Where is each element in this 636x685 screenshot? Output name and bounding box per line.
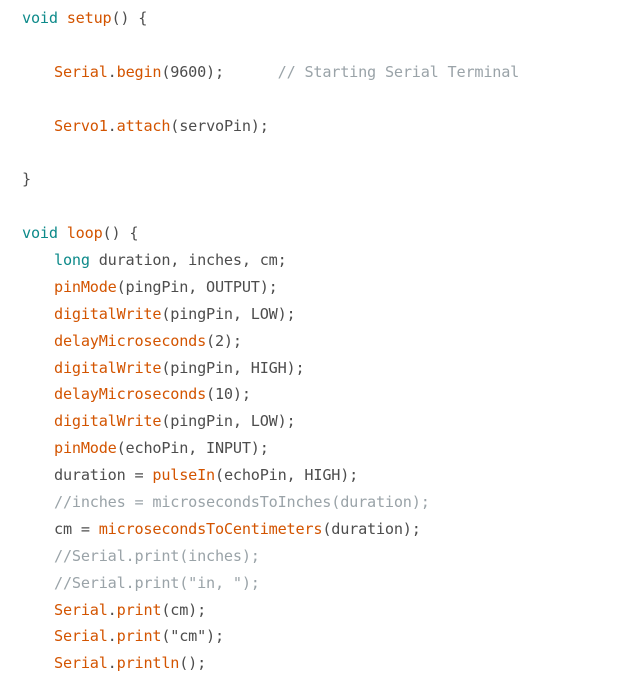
- code-line[interactable]: pinMode(echoPin, INPUT);: [0, 435, 636, 462]
- code-line[interactable]: digitalWrite(pingPin, LOW);: [0, 408, 636, 435]
- code-line[interactable]: //Serial.print("in, ");: [0, 570, 636, 597]
- code-line[interactable]: [0, 86, 636, 113]
- code-line[interactable]: Serial.begin(9600); // Starting Serial T…: [0, 59, 636, 86]
- code-keyword: long: [54, 251, 90, 270]
- code-text: (pingPin, LOW);: [161, 304, 296, 323]
- code-line[interactable]: [0, 32, 636, 59]
- code-identifier: print: [116, 627, 162, 646]
- code-identifier: println: [116, 654, 180, 673]
- code-keyword: void: [22, 9, 58, 27]
- code-text: .: [107, 627, 117, 646]
- code-line[interactable]: [0, 139, 636, 166]
- code-editor[interactable]: void setup() {Serial.begin(9600); // Sta…: [0, 5, 636, 677]
- code-text: (duration);: [322, 519, 421, 538]
- code-identifier: pinMode: [54, 439, 117, 458]
- code-line[interactable]: void loop() {: [0, 220, 636, 247]
- code-text: (cm);: [161, 600, 207, 619]
- code-text: duration, inches, cm;: [89, 251, 287, 270]
- code-identifier: Servo1: [54, 116, 108, 135]
- code-text: .: [107, 654, 117, 673]
- code-line[interactable]: long duration, inches, cm;: [0, 247, 636, 274]
- code-text: () {: [111, 9, 148, 27]
- code-identifier: Serial: [54, 627, 108, 646]
- code-identifier: print: [116, 600, 162, 619]
- code-identifier: Serial: [54, 600, 108, 619]
- code-text: (echoPin, HIGH);: [215, 466, 359, 485]
- code-text: (10);: [206, 385, 251, 404]
- code-comment: // Starting Serial Terminal: [277, 62, 520, 81]
- code-line[interactable]: //inches = microsecondsToInches(duration…: [0, 489, 636, 516]
- code-text: .: [107, 116, 117, 135]
- code-text: (pingPin, OUTPUT);: [116, 277, 278, 296]
- code-line[interactable]: [0, 193, 636, 220]
- code-identifier: pulseIn: [152, 466, 215, 485]
- code-identifier: begin: [116, 62, 162, 81]
- code-line[interactable]: pinMode(pingPin, OUTPUT);: [0, 274, 636, 301]
- code-line[interactable]: delayMicroseconds(10);: [0, 381, 636, 408]
- code-line[interactable]: }: [0, 166, 636, 193]
- code-text: ();: [179, 654, 207, 673]
- code-comment: //inches = microsecondsToInches(duration…: [54, 493, 430, 512]
- code-text: .: [107, 62, 117, 81]
- code-text: .: [107, 600, 117, 619]
- code-text: }: [22, 170, 31, 189]
- code-identifier: digitalWrite: [54, 358, 162, 377]
- code-identifier: delayMicroseconds: [54, 385, 207, 404]
- code-identifier: digitalWrite: [54, 412, 162, 431]
- code-text: (9600);: [161, 62, 278, 81]
- code-line[interactable]: delayMicroseconds(2);: [0, 328, 636, 355]
- code-text: (echoPin, INPUT);: [116, 439, 269, 458]
- code-text: cm =: [54, 519, 99, 538]
- code-identifier: pinMode: [54, 277, 117, 296]
- code-line[interactable]: //Serial.print(inches);: [0, 543, 636, 570]
- code-text: (servoPin);: [170, 116, 269, 135]
- code-identifier: delayMicroseconds: [54, 331, 207, 350]
- code-line[interactable]: void setup() {: [0, 5, 636, 32]
- code-line[interactable]: duration = pulseIn(echoPin, HIGH);: [0, 462, 636, 489]
- code-text: () {: [102, 224, 139, 243]
- code-keyword: void: [22, 224, 58, 243]
- code-identifier: Serial: [54, 62, 108, 81]
- code-line[interactable]: digitalWrite(pingPin, LOW);: [0, 301, 636, 328]
- code-text: duration =: [54, 466, 153, 485]
- code-line[interactable]: Serial.print("cm");: [0, 623, 636, 650]
- code-identifier: attach: [116, 116, 171, 135]
- code-line[interactable]: Servo1.attach(servoPin);: [0, 113, 636, 140]
- code-text: (pingPin, LOW);: [161, 412, 296, 431]
- code-identifier: digitalWrite: [54, 304, 162, 323]
- code-comment: //Serial.print(inches);: [54, 546, 260, 565]
- code-text: (2);: [206, 331, 242, 350]
- code-line[interactable]: Serial.println();: [0, 650, 636, 677]
- code-identifier: Serial: [54, 654, 108, 673]
- code-identifier: loop: [66, 224, 103, 243]
- code-line[interactable]: digitalWrite(pingPin, HIGH);: [0, 355, 636, 382]
- code-identifier: microsecondsToCentimeters: [98, 519, 323, 538]
- code-line[interactable]: Serial.print(cm);: [0, 597, 636, 624]
- code-text: (pingPin, HIGH);: [161, 358, 305, 377]
- code-comment: //Serial.print("in, ");: [54, 573, 260, 592]
- code-line[interactable]: cm = microsecondsToCentimeters(duration)…: [0, 516, 636, 543]
- code-text: ("cm");: [161, 627, 224, 646]
- code-identifier: setup: [66, 9, 112, 27]
